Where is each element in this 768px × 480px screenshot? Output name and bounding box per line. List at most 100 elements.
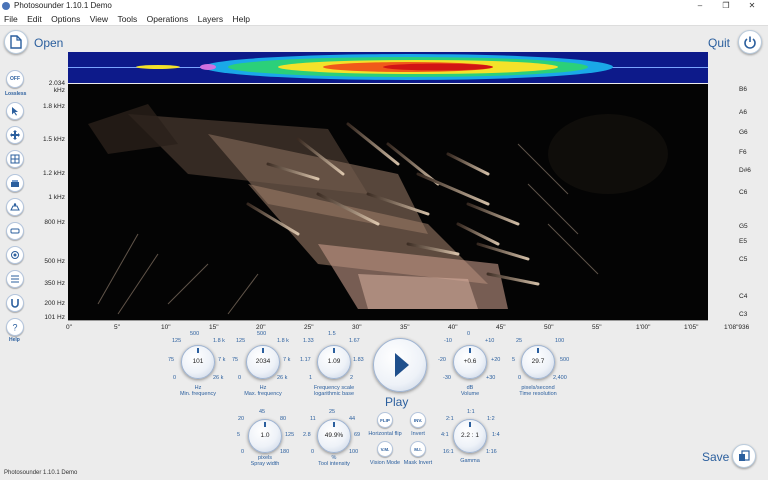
open-label[interactable]: Open xyxy=(34,36,63,50)
freq-label: 500 Hz xyxy=(44,258,65,265)
time-label: 20" xyxy=(256,324,266,331)
quit-label[interactable]: Quit xyxy=(708,36,730,50)
frequency-scale-knob[interactable]: 1.09 xyxy=(317,345,351,379)
menu-view[interactable]: View xyxy=(86,12,111,24)
save-label[interactable]: Save xyxy=(702,450,729,464)
play-label[interactable]: Play xyxy=(385,395,408,409)
min-frequency-knob[interactable]: 101 xyxy=(181,345,215,379)
knob-ring-label: 45 xyxy=(259,409,266,415)
note-label: D#6 xyxy=(739,167,751,174)
cursor-tool-button[interactable] xyxy=(6,102,24,120)
menu-layers[interactable]: Layers xyxy=(194,12,227,24)
knob-ring-label: 1.67 xyxy=(349,338,360,344)
time-label: 5" xyxy=(114,324,120,331)
time-label: 1'08"936 xyxy=(724,324,750,331)
max-frequency-knob[interactable]: 2034 xyxy=(246,345,280,379)
overview-strip[interactable] xyxy=(68,52,708,83)
vision-mode-button[interactable]: V.M. xyxy=(377,441,393,457)
knob-ring-label: 75 xyxy=(232,357,239,363)
knob-caption-text: Max. frequency xyxy=(244,391,282,397)
spectrogram-image xyxy=(88,104,668,315)
lossless-state: OFF xyxy=(10,76,20,82)
volume-knob[interactable]: +0.6 xyxy=(453,345,487,379)
eraser-tool-button[interactable] xyxy=(6,222,24,240)
knob-ring-label: 25 xyxy=(516,338,523,344)
knob-ring-label: 4:1 xyxy=(441,432,449,438)
open-button[interactable] xyxy=(4,30,28,54)
spray-width-value: 1.0 xyxy=(260,432,270,439)
spray-width-caption: pixels Spray width xyxy=(235,455,295,467)
knob-ring-label: 0 xyxy=(467,331,471,337)
spectrogram-canvas[interactable] xyxy=(68,84,708,320)
time-resolution-knob[interactable]: 29.7 xyxy=(521,345,555,379)
knob-ring-label: 26 k xyxy=(277,375,288,381)
menu-operations[interactable]: Operations xyxy=(143,12,192,24)
brush-tool-icon xyxy=(11,251,19,259)
time-label: 55" xyxy=(592,324,602,331)
knob-ring-label: 1.8 k xyxy=(213,338,225,344)
note-label: C6 xyxy=(739,189,748,196)
menu-help[interactable]: Help xyxy=(229,12,253,24)
time-label: 40" xyxy=(448,324,458,331)
knob-ring-label: 500 xyxy=(257,331,267,337)
knob-indicator xyxy=(333,422,335,427)
magnet-tool-button[interactable] xyxy=(6,294,24,312)
menu-file[interactable]: File xyxy=(0,12,21,24)
note-label: C3 xyxy=(739,311,748,318)
play-button[interactable] xyxy=(373,338,427,392)
lossless-toggle[interactable]: OFF xyxy=(6,70,24,88)
grid-tool-icon xyxy=(10,154,20,164)
knob-caption-text: Tool intensity xyxy=(318,461,350,467)
menu-bar: File Edit Options View Tools Operations … xyxy=(0,12,768,26)
invert-button[interactable]: INV. xyxy=(410,412,426,428)
knob-indicator xyxy=(264,422,266,427)
freq-label: 800 Hz xyxy=(44,219,65,226)
gamma-knob[interactable]: 2.2 : 1 xyxy=(453,419,487,453)
knob-ring-label: 0 xyxy=(238,375,242,381)
tool-intensity-value: 49.9% xyxy=(324,432,344,439)
note-label: E5 xyxy=(739,238,747,245)
menu-tools[interactable]: Tools xyxy=(113,12,140,24)
maximize-button[interactable]: ❐ xyxy=(714,0,738,12)
clear-tool-button[interactable] xyxy=(6,198,24,216)
bucket-tool-button[interactable] xyxy=(6,174,24,192)
minimize-button[interactable]: – xyxy=(688,0,712,12)
bucket-tool-icon xyxy=(11,180,19,187)
gamma-value: 2.2 : 1 xyxy=(460,432,480,439)
knob-ring-label: 1:2 xyxy=(487,416,495,422)
knob-ring-label: 44 xyxy=(349,416,356,422)
knob-ring-label: 500 xyxy=(190,331,200,337)
time-label: 1'05" xyxy=(684,324,699,331)
spray-width-knob[interactable]: 1.0 xyxy=(248,419,282,453)
knob-caption-text: Time resolution xyxy=(519,391,557,397)
frequency-scale-value: 1.09 xyxy=(327,358,341,365)
app-icon xyxy=(2,2,10,10)
mask-invert-button[interactable]: M.I. xyxy=(410,441,426,457)
knob-ring-label: 0 xyxy=(173,375,177,381)
knob-ring-label: 1.83 xyxy=(353,357,364,363)
invert-caption: Invert xyxy=(411,431,425,437)
volume-value: +0.6 xyxy=(463,358,477,365)
filter-tool-button[interactable] xyxy=(6,270,24,288)
save-button[interactable] xyxy=(732,444,756,468)
time-label: 50" xyxy=(544,324,554,331)
brush-tool-button[interactable] xyxy=(6,246,24,264)
knob-caption-text: logarithmic base xyxy=(313,391,355,397)
tool-intensity-knob[interactable]: 49.9% xyxy=(317,419,351,453)
knob-indicator xyxy=(262,348,264,353)
time-label: 15" xyxy=(209,324,219,331)
knob-ring-label: 125 xyxy=(285,432,295,438)
grid-tool-button[interactable] xyxy=(6,150,24,168)
menu-edit[interactable]: Edit xyxy=(23,12,45,24)
quit-button[interactable] xyxy=(738,30,762,54)
flip-button[interactable]: FLIP xyxy=(377,412,393,428)
move-tool-button[interactable] xyxy=(6,126,24,144)
time-label: 10" xyxy=(161,324,171,331)
knob-ring-label: +10 xyxy=(485,338,495,344)
help-button[interactable]: ? xyxy=(6,318,24,336)
close-button[interactable]: ✕ xyxy=(740,0,764,12)
help-icon: ? xyxy=(13,323,18,333)
menu-options[interactable]: Options xyxy=(47,12,83,24)
svg-text:?: ? xyxy=(13,323,18,333)
knob-caption-text: Min. frequency xyxy=(179,391,217,397)
